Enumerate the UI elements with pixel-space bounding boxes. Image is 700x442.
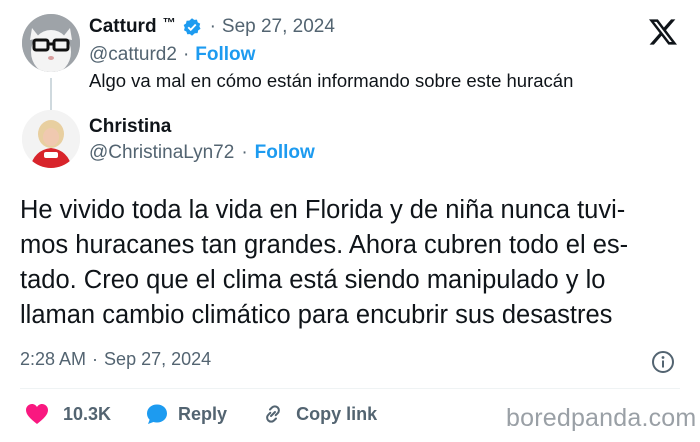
separator-dot: · xyxy=(209,16,216,37)
follow-catturd-link[interactable]: Follow xyxy=(195,44,255,66)
tweet-text-line: He vivido toda la vida en Florida y de n… xyxy=(20,196,626,224)
tweet-time: 2:28 AM xyxy=(20,349,87,369)
christina-handle[interactable]: @ChristinaLyn72 xyxy=(89,142,234,164)
like-button[interactable]: 10.3K xyxy=(25,403,111,425)
tweet-text-line: mos huracanes tan grandes. Ahora cubren … xyxy=(20,231,629,259)
heart-icon xyxy=(26,404,48,424)
separator-dot: · xyxy=(241,142,248,163)
trademark-symbol: ™ xyxy=(162,14,176,30)
link-icon xyxy=(266,405,280,423)
tweet-actions: 10.3K Reply Copy link xyxy=(25,402,377,426)
main-tweet-text: He vivido toda la vida en Florida y de n… xyxy=(20,193,690,333)
christina-name[interactable]: Christina xyxy=(89,116,171,138)
copy-link-button[interactable]: Copy link xyxy=(261,402,377,426)
tweet-timestamp[interactable]: 2:28 AM · Sep 27, 2024 xyxy=(20,349,211,370)
quote-tweet-handle-row: @catturd2 · Follow xyxy=(89,44,255,66)
thread-line xyxy=(50,78,52,110)
separator-dot: · xyxy=(182,44,190,65)
profile-photo-image xyxy=(22,110,80,168)
cat-glasses-avatar-image xyxy=(22,14,80,72)
quote-tweet-date[interactable]: Sep 27, 2024 xyxy=(222,16,335,38)
tweet-text-line: tado. Creo que el clima está siendo mani… xyxy=(20,266,606,294)
verified-badge-icon xyxy=(183,18,201,36)
catturd-handle[interactable]: @catturd2 xyxy=(89,44,177,66)
x-logo-icon[interactable] xyxy=(648,18,678,46)
follow-christina-link[interactable]: Follow xyxy=(255,142,315,164)
christina-avatar[interactable] xyxy=(22,110,80,168)
main-tweet-author: Christina xyxy=(89,116,171,138)
reply-button[interactable]: Reply xyxy=(145,403,227,425)
reply-icon xyxy=(147,404,168,424)
info-icon[interactable] xyxy=(651,350,675,374)
main-tweet-handle-row: @ChristinaLyn72 · Follow xyxy=(89,142,315,164)
divider xyxy=(20,388,680,389)
tweet-date: Sep 27, 2024 xyxy=(104,349,212,369)
watermark: boredpanda.com xyxy=(506,404,697,432)
catturd-avatar[interactable] xyxy=(22,14,80,72)
tweet-text-line: llaman cambio climático para encubrir su… xyxy=(20,301,613,329)
separator-dot: · xyxy=(92,349,99,369)
reply-label: Reply xyxy=(178,403,228,424)
quote-tweet-text: Algo va mal en cómo están informando sob… xyxy=(89,70,574,91)
quote-tweet-header: Catturd ™ · Sep 27, 2024 xyxy=(89,14,335,38)
like-count: 10.3K xyxy=(63,403,112,424)
catturd-name[interactable]: Catturd xyxy=(89,16,157,38)
copy-link-label: Copy link xyxy=(296,403,378,424)
